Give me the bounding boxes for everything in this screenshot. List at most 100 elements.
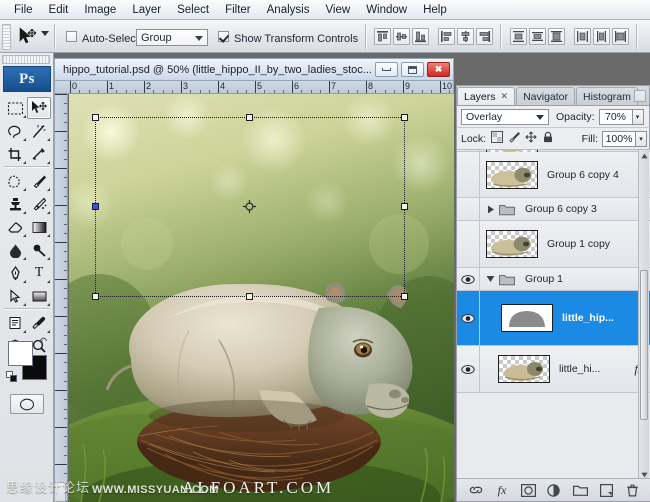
align-top-edges-icon[interactable] [374, 28, 391, 45]
shape-tool-icon[interactable] [27, 285, 51, 307]
menu-item-filter[interactable]: Filter [217, 2, 259, 18]
auto-select-checkbox[interactable] [66, 31, 77, 42]
auto-select-dropdown[interactable]: Group [136, 29, 208, 46]
scroll-up-icon[interactable] [640, 151, 648, 160]
menu-item-help[interactable]: Help [415, 2, 455, 18]
transform-handle-bottom-right[interactable] [401, 293, 408, 300]
transform-bounding-box[interactable] [95, 117, 405, 297]
distribute-horizontal-centers-icon[interactable] [593, 28, 610, 45]
lock-transparent-pixels-icon[interactable] [491, 131, 503, 146]
transform-handle-middle-left[interactable] [92, 203, 99, 210]
layer-visibility-toggle[interactable] [457, 291, 480, 345]
add-layer-mask-icon[interactable] [520, 482, 536, 498]
maximize-button[interactable] [401, 62, 424, 77]
group-expand-arrow-icon[interactable] [486, 204, 495, 214]
layer-visibility-toggle[interactable] [457, 221, 480, 267]
quick-mask-mode-icon[interactable] [10, 394, 44, 414]
new-adjustment-layer-icon[interactable] [546, 482, 562, 498]
align-right-edges-icon[interactable] [476, 28, 493, 45]
add-layer-style-icon[interactable]: fx [494, 482, 510, 498]
layer-thumbnail[interactable] [486, 230, 538, 258]
dodge-tool-icon[interactable] [27, 239, 51, 261]
table-row[interactable]: Group 1 copy [457, 221, 650, 268]
pen-tool-icon[interactable] [3, 262, 27, 284]
vertical-ruler[interactable] [54, 94, 68, 502]
layer-mask-thumbnail[interactable] [501, 304, 553, 332]
eraser-tool-icon[interactable] [3, 216, 27, 238]
menu-item-view[interactable]: View [317, 2, 358, 18]
close-button[interactable] [427, 62, 450, 77]
path-selection-tool-icon[interactable] [3, 285, 27, 307]
lock-all-icon[interactable] [542, 131, 554, 146]
lock-position-icon[interactable] [525, 131, 537, 146]
blur-tool-icon[interactable] [3, 239, 27, 261]
link-layers-icon[interactable] [468, 482, 484, 498]
distribute-bottom-edges-icon[interactable] [548, 28, 565, 45]
blend-mode-dropdown[interactable]: Overlay [461, 109, 549, 125]
show-transform-controls-checkbox[interactable] [218, 31, 229, 42]
transform-handle-bottom-left[interactable] [92, 293, 99, 300]
distribute-top-edges-icon[interactable] [510, 28, 527, 45]
transform-handle-middle-right[interactable] [401, 203, 408, 210]
slice-tool-icon[interactable] [27, 143, 51, 165]
table-row[interactable]: Group 6 copy 3 [457, 198, 650, 221]
transform-handle-top-right[interactable] [401, 114, 408, 121]
gradient-tool-icon[interactable] [27, 216, 51, 238]
tab-navigator[interactable]: Navigator [516, 87, 575, 105]
transform-handle-bottom-center[interactable] [246, 293, 253, 300]
menu-item-layer[interactable]: Layer [124, 2, 169, 18]
foreground-color-swatch[interactable] [8, 341, 33, 366]
menu-item-file[interactable]: File [6, 2, 41, 18]
layer-visibility-toggle[interactable] [457, 346, 480, 392]
close-icon[interactable]: ✕ [501, 91, 509, 102]
table-row[interactable]: Group 1 [457, 268, 650, 291]
layer-visibility-toggle[interactable] [457, 198, 480, 220]
layer-visibility-toggle[interactable] [457, 152, 480, 197]
history-brush-tool-icon[interactable] [27, 193, 51, 215]
group-collapse-arrow-icon[interactable] [486, 274, 495, 284]
crop-tool-icon[interactable] [3, 143, 27, 165]
horizontal-ruler[interactable]: 012345678910 [54, 80, 454, 94]
layer-list[interactable]: Group 6 copy 5 [457, 150, 650, 480]
distribute-left-edges-icon[interactable] [574, 28, 591, 45]
menu-item-window[interactable]: Window [358, 2, 415, 18]
layer-visibility-toggle[interactable] [457, 150, 480, 151]
tab-layers[interactable]: Layers ✕ [457, 87, 515, 105]
eyedropper-tool-icon[interactable] [27, 312, 51, 334]
brush-tool-icon[interactable] [27, 170, 51, 192]
rectangular-marquee-tool-icon[interactable] [3, 97, 27, 119]
menu-item-select[interactable]: Select [169, 2, 217, 18]
menu-item-image[interactable]: Image [76, 2, 124, 18]
layer-visibility-toggle[interactable] [457, 268, 480, 290]
lasso-tool-icon[interactable] [3, 120, 27, 142]
distribute-vertical-centers-icon[interactable] [529, 28, 546, 45]
patch-tool-icon[interactable] [3, 170, 27, 192]
move-tool-icon[interactable] [27, 97, 51, 119]
fill-stepper[interactable]: ▾ [636, 131, 647, 147]
minimize-button[interactable] [375, 62, 398, 77]
menu-item-edit[interactable]: Edit [41, 2, 77, 18]
new-layer-icon[interactable] [598, 482, 614, 498]
clone-stamp-tool-icon[interactable] [3, 193, 27, 215]
table-row[interactable]: Group 6 copy 4 [457, 152, 650, 198]
lock-image-pixels-icon[interactable] [508, 131, 520, 146]
layer-thumbnail[interactable] [486, 161, 538, 189]
document-title-bar[interactable]: hippo_tutorial.psd @ 50% (little_hippo_I… [54, 58, 454, 80]
transform-handle-top-left[interactable] [92, 114, 99, 121]
align-left-edges-icon[interactable] [438, 28, 455, 45]
transform-handle-top-center[interactable] [246, 114, 253, 121]
transform-reference-point-icon[interactable] [243, 200, 256, 213]
opacity-input[interactable]: 70% [599, 109, 633, 125]
scrollbar-thumb[interactable] [640, 270, 648, 420]
panel-menu-icon[interactable] [634, 90, 646, 102]
move-tool-icon[interactable] [16, 25, 42, 47]
align-vertical-centers-icon[interactable] [393, 28, 410, 45]
fill-input[interactable]: 100% [602, 131, 636, 147]
document-resize-grip[interactable] [54, 482, 66, 502]
align-bottom-edges-icon[interactable] [412, 28, 429, 45]
table-row[interactable]: little_hi... fx [457, 346, 650, 393]
layer-thumbnail[interactable] [498, 355, 550, 383]
tab-histogram[interactable]: Histogram [576, 87, 638, 105]
delete-layer-icon[interactable] [624, 482, 640, 498]
default-colors-icon[interactable] [6, 371, 17, 382]
